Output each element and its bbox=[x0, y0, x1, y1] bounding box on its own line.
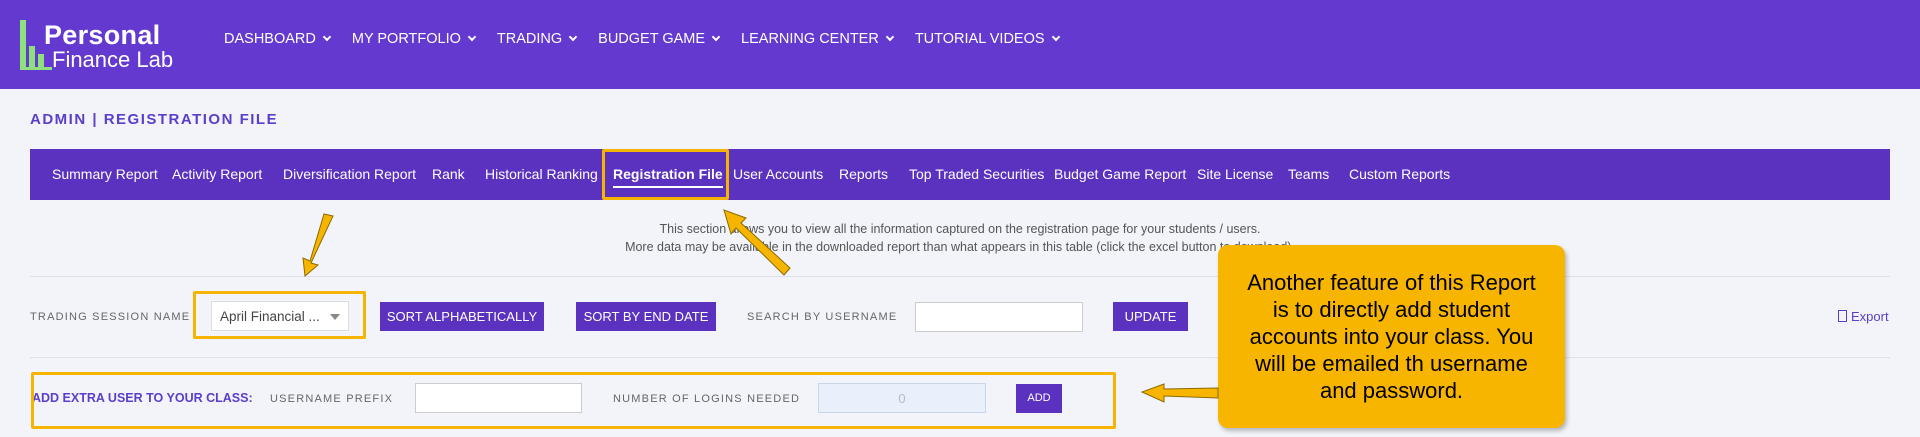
nav-learning-center[interactable]: LEARNING CENTER bbox=[741, 31, 895, 47]
logo-text-line2: Finance Lab bbox=[52, 47, 174, 72]
nav-trading[interactable]: TRADING bbox=[496, 31, 578, 47]
tab-diversification-report[interactable]: Diversification Report bbox=[283, 166, 416, 182]
main-nav: DASHBOARD MY PORTFOLIO TRADING BUDGET GA… bbox=[224, 31, 1081, 47]
divider bbox=[30, 276, 1890, 277]
nav-budget-game[interactable]: BUDGET GAME bbox=[598, 31, 721, 47]
callout-note: Another feature of this Report is to dir… bbox=[1218, 245, 1565, 428]
trading-session-label: TRADING SESSION NAME bbox=[30, 311, 191, 323]
arrow-icon bbox=[1140, 383, 1219, 403]
chevron-down-icon bbox=[322, 32, 332, 42]
caret-down-icon bbox=[330, 314, 340, 320]
nav-budget-game-label: BUDGET GAME bbox=[598, 31, 706, 47]
sort-alphabetically-button[interactable]: SORT ALPHABETICALLY bbox=[380, 302, 544, 331]
tab-top-traded-securities[interactable]: Top Traded Securities bbox=[909, 166, 1044, 182]
username-prefix-input[interactable] bbox=[415, 383, 582, 413]
add-button[interactable]: ADD bbox=[1016, 384, 1062, 413]
callout-line: accounts into your class. You bbox=[1249, 324, 1534, 349]
tab-registration-file[interactable]: Registration File bbox=[613, 166, 723, 188]
info-line-1: This section allows you to view all the … bbox=[659, 222, 1261, 236]
tab-budget-game-report[interactable]: Budget Game Report bbox=[1054, 166, 1186, 182]
tab-rank[interactable]: Rank bbox=[432, 166, 465, 182]
tab-user-accounts[interactable]: User Accounts bbox=[733, 166, 823, 182]
callout-line: is to directly add student bbox=[1272, 297, 1511, 322]
tab-summary-report[interactable]: Summary Report bbox=[52, 166, 158, 182]
divider bbox=[30, 357, 1890, 358]
chevron-down-icon bbox=[467, 32, 477, 42]
tab-activity-report[interactable]: Activity Report bbox=[172, 166, 262, 182]
excel-file-icon bbox=[1838, 310, 1847, 322]
search-username-input[interactable] bbox=[915, 302, 1083, 332]
nav-dashboard[interactable]: DASHBOARD bbox=[224, 31, 332, 47]
report-tabs: Summary Report Activity Report Diversifi… bbox=[30, 149, 1890, 200]
page-title: ADMIN | REGISTRATION FILE bbox=[30, 111, 279, 128]
chevron-down-icon bbox=[1051, 32, 1060, 42]
nav-dashboard-label: DASHBOARD bbox=[224, 31, 316, 47]
callout-line: Another feature of this Report bbox=[1247, 270, 1536, 295]
nav-my-portfolio[interactable]: MY PORTFOLIO bbox=[351, 31, 477, 47]
number-of-logins-input[interactable]: 0 bbox=[818, 383, 986, 413]
tab-historical-ranking[interactable]: Historical Ranking bbox=[485, 166, 598, 182]
export-link[interactable]: Export bbox=[1838, 309, 1889, 324]
callout-line: will be emailed th username bbox=[1255, 351, 1528, 376]
tab-reports[interactable]: Reports bbox=[839, 166, 888, 182]
chevron-down-icon bbox=[885, 32, 895, 42]
tab-site-license[interactable]: Site License bbox=[1197, 166, 1273, 182]
search-by-username-label: SEARCH BY USERNAME bbox=[747, 311, 898, 323]
info-line-2: More data may be available in the downlo… bbox=[625, 240, 1295, 254]
trading-session-value: April Financial ... bbox=[220, 309, 320, 324]
sort-by-end-date-button[interactable]: SORT BY END DATE bbox=[576, 302, 716, 331]
number-of-logins-label: NUMBER OF LOGINS NEEDED bbox=[613, 393, 801, 405]
chevron-down-icon bbox=[711, 32, 721, 42]
update-button[interactable]: UPDATE bbox=[1113, 302, 1188, 331]
add-extra-user-label: ADD EXTRA USER TO YOUR CLASS: bbox=[32, 391, 253, 405]
nav-learning-center-label: LEARNING CENTER bbox=[741, 31, 879, 47]
username-prefix-label: USERNAME PREFIX bbox=[270, 393, 394, 405]
tab-teams[interactable]: Teams bbox=[1288, 166, 1329, 182]
nav-my-portfolio-label: MY PORTFOLIO bbox=[351, 31, 461, 47]
top-navigation-bar: Personal Finance Lab DASHBOARD MY PORTFO… bbox=[0, 0, 1920, 89]
tab-custom-reports[interactable]: Custom Reports bbox=[1349, 166, 1450, 182]
export-label: Export bbox=[1851, 309, 1889, 324]
nav-tutorial-videos-label: TUTORIAL VIDEOS bbox=[914, 31, 1045, 47]
nav-tutorial-videos[interactable]: TUTORIAL VIDEOS bbox=[914, 31, 1060, 47]
nav-trading-label: TRADING bbox=[496, 31, 563, 47]
personal-finance-lab-logo[interactable]: Personal Finance Lab bbox=[20, 20, 190, 72]
callout-line: and password. bbox=[1319, 378, 1464, 403]
trading-session-select[interactable]: April Financial ... bbox=[211, 301, 349, 331]
chevron-down-icon bbox=[568, 32, 578, 42]
